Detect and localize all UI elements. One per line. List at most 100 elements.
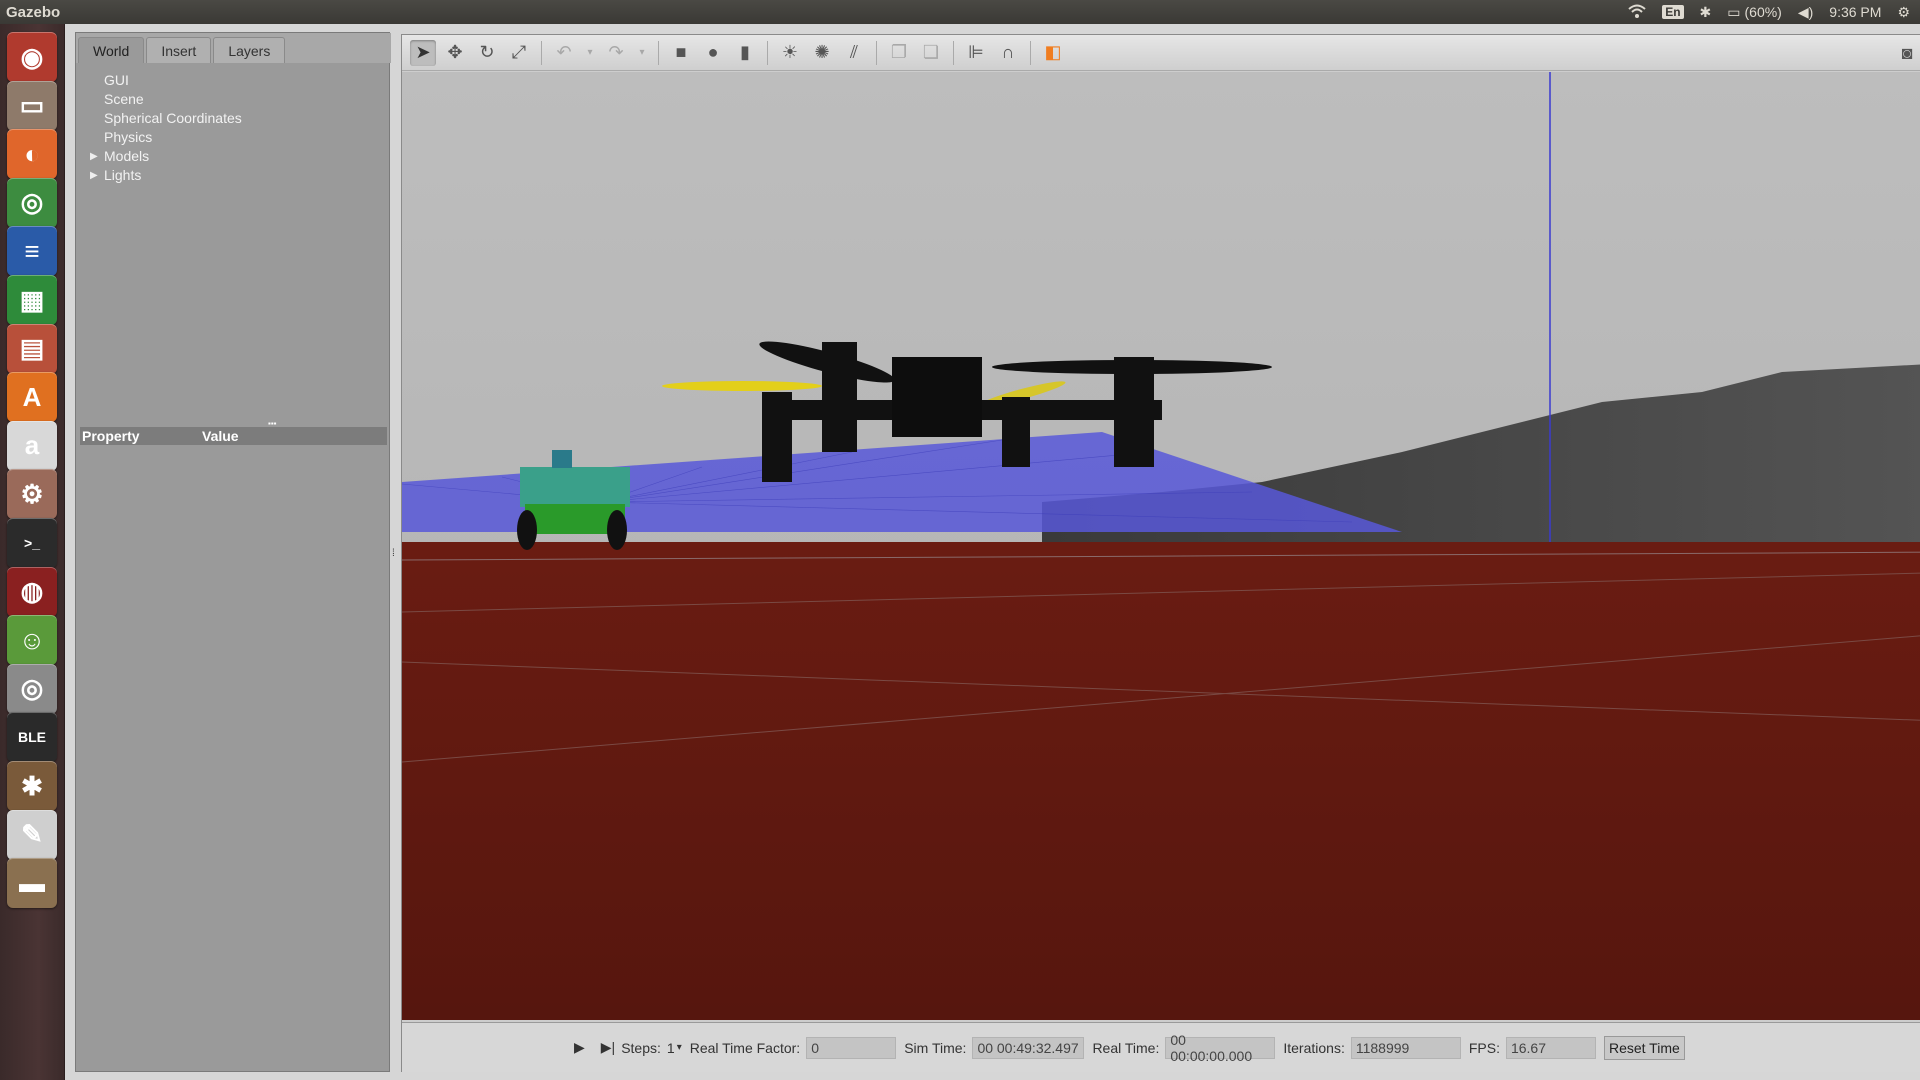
expand-arrow-icon[interactable]: ▶: [90, 147, 98, 166]
panel-splitter-handle[interactable]: ▪▪▪: [268, 420, 278, 428]
iterations: Iterations: 1188999: [1283, 1036, 1461, 1059]
3d-viewport[interactable]: [402, 72, 1920, 1020]
align-icon[interactable]: ⊫: [963, 40, 989, 66]
volume-icon[interactable]: ◀): [1798, 4, 1813, 21]
app-term-icon[interactable]: ▬: [7, 858, 57, 909]
left-panel-collapse-handle[interactable]: ⁞: [392, 548, 395, 559]
tree-item-lights[interactable]: ▶ Lights: [88, 166, 242, 185]
real-time-field: 00 00:00:00.000: [1165, 1032, 1276, 1064]
point-light-icon[interactable]: ☀: [777, 40, 803, 66]
calc-icon-glyph: ▦: [19, 284, 45, 315]
reset-time-button[interactable]: Reset Time: [1603, 1035, 1685, 1060]
robot-wheel: [517, 510, 537, 550]
world-tree: GUI Scene Spherical Coordinates Physics …: [88, 71, 242, 185]
motor: [1114, 357, 1154, 467]
app-monkey-icon-glyph: ☺: [18, 624, 46, 655]
app-ble-icon[interactable]: BLE: [7, 712, 57, 763]
value-column-header: Value: [202, 428, 239, 444]
scene-render[interactable]: [402, 72, 1920, 1020]
screenshot-icon[interactable]: ◎: [7, 663, 57, 714]
bluetooth-icon[interactable]: ✱: [1700, 4, 1712, 21]
terminal-icon-glyph: >_: [24, 535, 40, 551]
tree-item-models-label: Models: [104, 148, 150, 164]
calc-icon[interactable]: ▦: [7, 275, 57, 325]
app-monkey-icon[interactable]: ☺: [7, 615, 57, 666]
copy-icon[interactable]: ❐: [886, 40, 912, 66]
motor: [822, 342, 857, 452]
sim-time-label: Sim Time:: [904, 1039, 967, 1056]
steps-dropdown-icon[interactable]: ▾: [677, 1042, 682, 1053]
toolbar-separator: [767, 40, 768, 65]
play-icon[interactable]: ▶: [574, 1039, 585, 1056]
ubuntu-dash-icon[interactable]: ◉: [7, 32, 57, 82]
tree-item-spherical-coordinates[interactable]: Spherical Coordinates: [88, 109, 242, 128]
iterations-field: 1188999: [1350, 1036, 1461, 1059]
terminal-icon[interactable]: >_: [7, 518, 57, 568]
wifi-icon[interactable]: [1628, 4, 1646, 21]
select-arrow-icon[interactable]: ➤: [410, 39, 436, 66]
cylinder-icon[interactable]: ▮: [732, 40, 758, 66]
battery-percent: (60%): [1744, 4, 1782, 20]
files-icon[interactable]: ▭: [7, 80, 57, 131]
scene-area: ➤ ✥ ↻ ⤢ ↶ ▾ ↷ ▾ ■ ● ▮ ☀ ✺ ⫽ ❐ ❏ ⊫ ∩ ◧ ◙ …: [401, 34, 1920, 1072]
translate-icon[interactable]: ✥: [442, 40, 468, 66]
scale-icon[interactable]: ⤢: [506, 40, 532, 66]
text-editor-icon[interactable]: ✎: [7, 809, 57, 860]
paste-icon[interactable]: ❏: [918, 40, 944, 66]
toolbar-separator: [876, 40, 877, 65]
files-icon-glyph: ▭: [19, 90, 45, 121]
rotate-icon[interactable]: ↻: [474, 40, 500, 66]
directional-light-icon[interactable]: ⫽: [841, 40, 867, 66]
robot-wheel: [607, 510, 627, 550]
firefox-icon-glyph: ◐: [24, 138, 40, 169]
simulation-status-bar: ▶ ▶| Steps: 1 ▾ Real Time Factor: 0 Sim …: [402, 1022, 1920, 1072]
clock[interactable]: 9:36 PM: [1829, 4, 1881, 20]
firefox-icon[interactable]: ◐: [7, 129, 57, 180]
step-icon[interactable]: ▶|: [601, 1039, 615, 1056]
steps-value[interactable]: 1: [667, 1040, 675, 1056]
screenshot-icon-glyph: ◎: [20, 673, 44, 704]
tree-item-scene[interactable]: Scene: [88, 90, 242, 109]
undo-dropdown-icon[interactable]: ▾: [583, 40, 597, 66]
settings-gear-icon[interactable]: ⚙: [1897, 4, 1910, 21]
drone-body: [892, 357, 982, 437]
software-center-icon[interactable]: A: [7, 372, 57, 423]
writer-icon[interactable]: ≡: [7, 226, 57, 277]
view-angle-icon[interactable]: ◧: [1040, 40, 1066, 66]
tree-item-models[interactable]: ▶ Models: [88, 147, 242, 166]
app-red-icon-glyph: ◍: [20, 576, 44, 607]
system-top-bar: Gazebo En ✱ ▭ (60%) ◀) 9:36 PM ⚙: [0, 0, 1920, 24]
box-icon[interactable]: ■: [668, 40, 694, 66]
gazebo-window: World Insert Layers GUI Scene Spherical …: [65, 24, 1920, 1080]
impress-icon[interactable]: ▤: [7, 323, 57, 374]
tab-layers[interactable]: Layers: [213, 37, 286, 63]
rtf-field: 0: [806, 1036, 897, 1059]
tree-item-gui[interactable]: GUI: [88, 71, 242, 90]
app-red-icon[interactable]: ◍: [7, 566, 57, 617]
keyboard-layout-icon[interactable]: En: [1662, 5, 1684, 19]
tab-world[interactable]: World: [78, 37, 145, 63]
property-table-header: Property Value: [80, 427, 387, 445]
property-column-header: Property: [82, 428, 140, 444]
app-ble-icon-glyph: BLE: [18, 729, 46, 746]
spot-light-icon[interactable]: ✺: [809, 40, 835, 66]
redo-dropdown-icon[interactable]: ▾: [635, 40, 649, 66]
toolbar-separator: [953, 40, 954, 65]
fps-field: 16.67: [1505, 1036, 1596, 1059]
sphere-icon[interactable]: ●: [700, 40, 726, 66]
expand-arrow-icon[interactable]: ▶: [90, 166, 98, 185]
tree-item-physics[interactable]: Physics: [88, 128, 242, 147]
screenshot-camera-icon[interactable]: ◙: [1894, 40, 1920, 66]
chrome-icon[interactable]: ◎: [7, 177, 57, 228]
system-settings-icon[interactable]: ⚙: [7, 469, 57, 520]
snap-icon[interactable]: ∩: [995, 40, 1021, 66]
redo-icon[interactable]: ↷: [603, 40, 629, 66]
indicator-area: En ✱ ▭ (60%) ◀) 9:36 PM ⚙: [1628, 4, 1910, 21]
amazon-icon[interactable]: a: [7, 420, 57, 471]
amazon-icon-glyph: a: [24, 430, 40, 461]
app-drinks-icon[interactable]: ✱: [7, 761, 57, 811]
tab-insert[interactable]: Insert: [146, 37, 212, 63]
fps: FPS: 16.67: [1469, 1036, 1596, 1059]
undo-icon[interactable]: ↶: [551, 40, 577, 66]
battery-indicator[interactable]: ▭ (60%): [1727, 4, 1782, 21]
